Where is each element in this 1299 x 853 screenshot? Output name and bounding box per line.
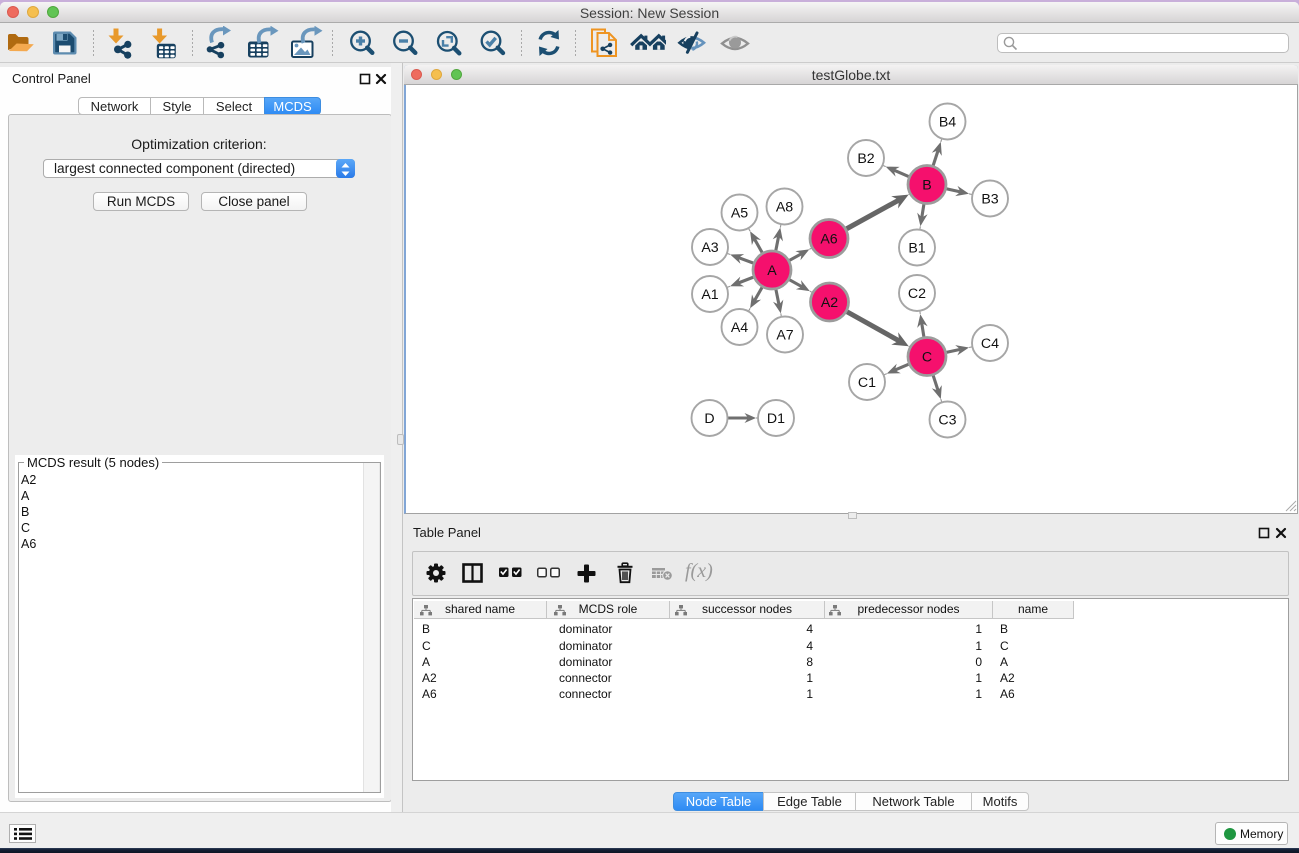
svg-text:A6: A6	[820, 232, 837, 248]
svg-text:D1: D1	[767, 411, 785, 427]
svg-text:A1: A1	[701, 287, 718, 303]
svg-text:C3: C3	[938, 413, 956, 429]
svg-text:C4: C4	[981, 336, 999, 352]
svg-text:A4: A4	[731, 320, 748, 336]
svg-text:A3: A3	[701, 240, 718, 256]
svg-text:B3: B3	[981, 192, 998, 208]
svg-text:A8: A8	[776, 200, 793, 216]
svg-text:B1: B1	[908, 241, 925, 257]
svg-text:D: D	[704, 411, 714, 427]
svg-text:C1: C1	[858, 375, 876, 391]
svg-text:C: C	[922, 350, 932, 366]
svg-text:A5: A5	[731, 206, 748, 222]
svg-text:B4: B4	[939, 115, 956, 131]
svg-text:A7: A7	[776, 328, 793, 344]
svg-text:B2: B2	[857, 151, 874, 167]
svg-text:B: B	[922, 178, 931, 194]
svg-text:A: A	[767, 263, 777, 279]
svg-text:A2: A2	[821, 295, 838, 311]
svg-text:C2: C2	[908, 286, 926, 302]
